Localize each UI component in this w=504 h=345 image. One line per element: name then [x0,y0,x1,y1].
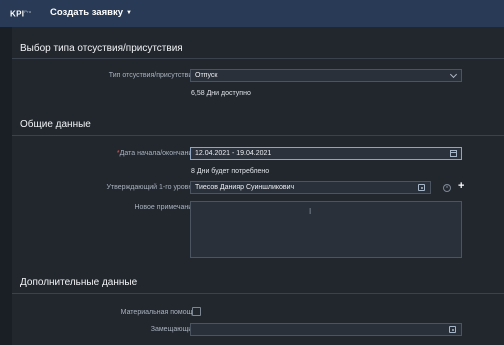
value-help-icon[interactable] [418,184,425,191]
approver-label: Утверждающий 1-го уровня: [106,184,198,191]
calendar-icon[interactable] [450,150,457,157]
section-title-additional: Дополнительные данные [20,277,138,288]
approver-input[interactable]: Тиесов Данияр Суиншликович [190,181,431,194]
clear-icon[interactable]: × [443,184,451,192]
section-divider [12,58,504,59]
date-range-input[interactable]: 12.04.2021 - 19.04.2021 [190,147,462,160]
days-available-text: 6,58 Дни доступно [191,90,251,97]
section-divider [12,135,504,136]
value-help-icon[interactable] [449,326,456,333]
absence-type-value: Отпуск [195,72,218,79]
section-title-general: Общие данные [20,119,91,130]
app-title-text: Создать заявку [50,7,124,18]
deputy-input[interactable] [190,323,462,336]
approver-value: Тиесов Данияр Суиншликович [195,184,295,191]
kpi-logo[interactable]: KPIPro [10,9,31,19]
logo-sup: Pro [24,9,32,14]
shell-bar: KPIPro Создать заявку ▼ [0,0,504,27]
absence-type-select[interactable]: Отпуск [190,69,462,82]
chevron-down-icon [449,70,458,79]
date-range-value: 12.04.2021 - 19.04.2021 [195,150,272,157]
app-title-menu[interactable]: Создать заявку ▼ [50,7,132,18]
days-used-text: 8 Дни будет потреблено [191,168,270,175]
section-divider [12,293,504,294]
note-textarea[interactable]: I [190,201,462,258]
date-range-label-text: Дата начала/окончания: [119,150,198,157]
form-panel: Выбор типа отсуствия/присутствия Тип отс… [12,27,504,345]
logo-text: KPI [10,9,25,19]
section-title-absence-type: Выбор типа отсуствия/присутствия [20,43,183,54]
caret-down-icon: ▼ [126,10,132,16]
financial-aid-checkbox[interactable] [192,307,201,316]
financial-aid-label: Материальная помощь: [120,309,198,316]
add-icon[interactable]: + [458,181,464,192]
date-range-label: *Дата начала/окончания: [117,150,198,157]
note-label: Новое примечание: [134,204,198,211]
absence-type-label: Тип отсуствия/присутствия: [108,72,198,79]
text-cursor-icon: I [309,207,312,216]
